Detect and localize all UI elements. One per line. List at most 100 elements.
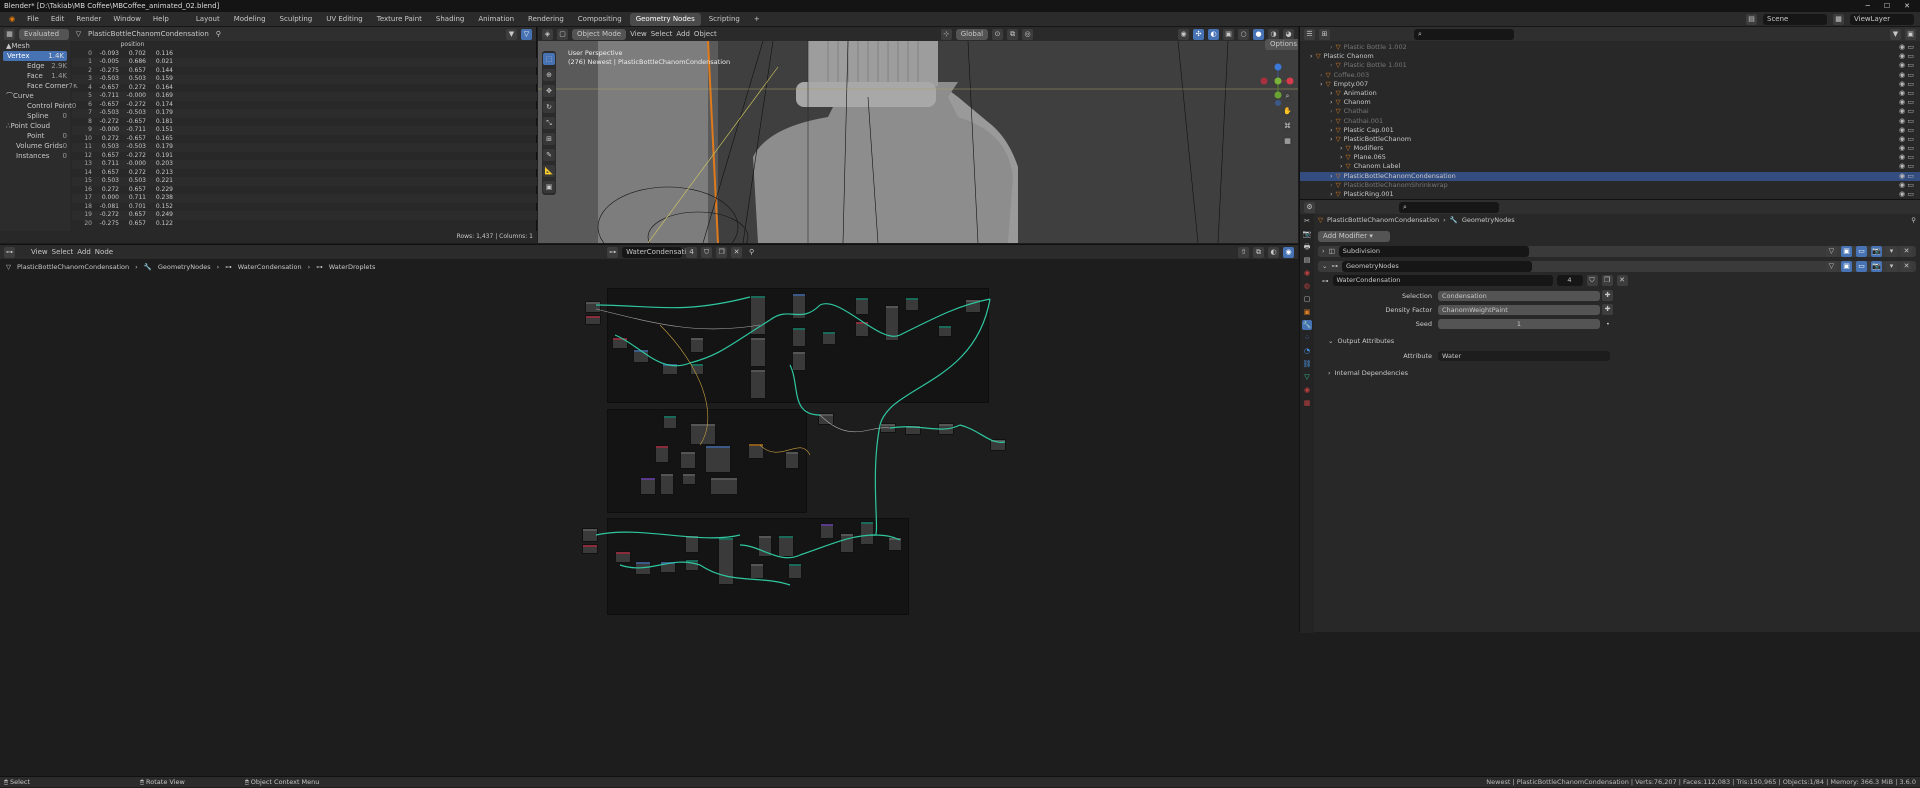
- graph-node[interactable]: [820, 523, 834, 539]
- close-icon[interactable]: ✕: [1904, 0, 1910, 12]
- graph-node[interactable]: [905, 425, 921, 435]
- solid-shading-icon[interactable]: ●: [1253, 28, 1264, 40]
- expand-arrow-icon[interactable]: ›: [1330, 43, 1333, 52]
- tab-texture-paint[interactable]: Texture Paint: [371, 13, 428, 26]
- graph-node[interactable]: [640, 477, 656, 495]
- menu-render[interactable]: Render: [71, 12, 106, 27]
- graph-node[interactable]: [662, 363, 678, 375]
- graph-node[interactable]: [860, 521, 874, 545]
- graph-node[interactable]: [905, 297, 919, 311]
- graph-node[interactable]: [585, 315, 601, 325]
- graph-node[interactable]: [582, 544, 598, 554]
- visibility-toggle-icon[interactable]: ◉ ▭: [1899, 135, 1920, 144]
- domain-mesh[interactable]: ▲ Mesh: [0, 41, 70, 51]
- scene-selector[interactable]: Scene: [1763, 13, 1827, 25]
- graph-node[interactable]: [582, 528, 598, 542]
- ortho-toggle-icon[interactable]: ▦: [1282, 136, 1293, 147]
- modifier-menu-icon[interactable]: ▾: [1886, 246, 1897, 257]
- tab-shading[interactable]: Shading: [430, 13, 470, 26]
- tab-layout[interactable]: Layout: [190, 13, 226, 26]
- spreadsheet-editor-type-icon[interactable]: ▦: [4, 28, 15, 40]
- visibility-toggle-icon[interactable]: ◉ ▭: [1899, 162, 1920, 171]
- outliner-item[interactable]: › ▽ Chanom Label ◉ ▭: [1300, 162, 1920, 171]
- graph-node[interactable]: [635, 561, 651, 575]
- pan-hand-icon[interactable]: ✋: [1282, 106, 1293, 117]
- node-group-fake-user-icon[interactable]: ⛉: [1586, 275, 1598, 286]
- graph-node[interactable]: [705, 445, 731, 473]
- tool-rotate-icon[interactable]: ↻: [543, 101, 555, 113]
- expand-arrow-icon[interactable]: ›: [1320, 80, 1323, 89]
- graph-node[interactable]: [690, 337, 704, 353]
- selection-field[interactable]: Condensation: [1438, 290, 1600, 301]
- outliner-search-input[interactable]: ⌕: [1414, 28, 1514, 40]
- graph-node[interactable]: [750, 563, 764, 579]
- domain-spline[interactable]: Spline 0: [0, 111, 70, 121]
- graph-node[interactable]: [682, 473, 696, 485]
- viewport-menu-view[interactable]: View: [630, 30, 647, 38]
- orientation-dropdown[interactable]: Global: [955, 28, 989, 40]
- domain-face[interactable]: Face 1.4K: [0, 71, 70, 81]
- graph-node[interactable]: [685, 535, 699, 553]
- filter-toggle-icon[interactable]: ▽: [521, 28, 532, 40]
- outliner-item[interactable]: › ▽ PlasticBottleChanomShrinkwrap ◉ ▭: [1300, 181, 1920, 190]
- expand-arrow-icon[interactable]: ›: [1340, 162, 1343, 171]
- node-group-users[interactable]: 4: [1556, 275, 1583, 286]
- gn-modifier-menu-icon[interactable]: ▾: [1886, 261, 1897, 272]
- tab-modeling[interactable]: Modeling: [228, 13, 272, 26]
- viewport-menu-select[interactable]: Select: [651, 30, 673, 38]
- seed-field[interactable]: 1: [1438, 318, 1600, 329]
- new-collection-icon[interactable]: ▣: [1905, 28, 1916, 40]
- graph-node[interactable]: [792, 351, 806, 371]
- subdivision-name-field[interactable]: Subdivision: [1338, 246, 1529, 257]
- visibility-toggle-icon[interactable]: ◉ ▭: [1899, 43, 1920, 52]
- graph-node[interactable]: [938, 423, 954, 435]
- tool-select-box-icon[interactable]: ⬚: [543, 53, 555, 65]
- render-toggle-icon[interactable]: 📷: [1871, 246, 1882, 257]
- output-tab-icon[interactable]: 🖶: [1302, 242, 1312, 252]
- tool-measure-icon[interactable]: 📐: [543, 165, 555, 177]
- graph-node[interactable]: [615, 551, 631, 563]
- outliner-item[interactable]: › ▽ Empty.007 ◉ ▭: [1300, 80, 1920, 89]
- gn-cage-toggle-icon[interactable]: ▣: [1841, 261, 1852, 272]
- outliner-item[interactable]: › ▽ PlasticBottleChanom ◉ ▭: [1300, 135, 1920, 144]
- graph-node[interactable]: [840, 533, 854, 553]
- density-toggle-icon[interactable]: ✚: [1602, 304, 1613, 315]
- tool-transform-icon[interactable]: ⊞: [543, 133, 555, 145]
- camera-view-icon[interactable]: ⌘: [1282, 121, 1293, 132]
- outliner-item[interactable]: › ▽ Chathai.001 ◉ ▭: [1300, 117, 1920, 126]
- graph-node[interactable]: [855, 321, 869, 337]
- outliner-item[interactable]: › ▽ Chathai ◉ ▭: [1300, 107, 1920, 116]
- graph-node[interactable]: [663, 415, 677, 429]
- outliner-item[interactable]: › ▽ Chanom ◉ ▭: [1300, 98, 1920, 107]
- visibility-toggle-icon[interactable]: ◉ ▭: [1899, 61, 1920, 70]
- graph-node[interactable]: [690, 363, 704, 375]
- graph-node[interactable]: [758, 535, 772, 557]
- tool-scale-icon[interactable]: ⤡: [543, 117, 555, 129]
- filter-icon[interactable]: ▼: [506, 28, 517, 40]
- particles-tab-icon[interactable]: ⁘: [1302, 333, 1312, 343]
- modifier-remove-icon[interactable]: ✕: [1901, 246, 1912, 257]
- domain-volume-grids[interactable]: Volume Grids 0: [0, 141, 70, 151]
- tab-rendering[interactable]: Rendering: [522, 13, 570, 26]
- domain-vertex[interactable]: Vertex 1.4K: [3, 51, 67, 61]
- edit-mode-toggle-icon[interactable]: ▽: [1826, 246, 1837, 257]
- graph-node[interactable]: [718, 537, 734, 585]
- proportional-edit-icon[interactable]: ◎: [1022, 28, 1034, 40]
- graph-node[interactable]: [660, 561, 676, 573]
- rendered-shading-icon[interactable]: ◕: [1283, 28, 1294, 40]
- visibility-toggle-icon[interactable]: ◉ ▭: [1899, 126, 1920, 135]
- graph-node[interactable]: [965, 299, 981, 313]
- tab-sculpting[interactable]: Sculpting: [274, 13, 319, 26]
- view-layer-selector[interactable]: ViewLayer: [1850, 13, 1914, 25]
- visibility-toggle-icon[interactable]: ◉ ▭: [1899, 190, 1920, 199]
- graph-node[interactable]: [612, 337, 628, 349]
- outliner-item[interactable]: › ▽ Modifiers ◉ ▭: [1300, 144, 1920, 153]
- domain-face-corner[interactable]: Face Corner 7K: [0, 81, 78, 91]
- menu-help[interactable]: Help: [148, 12, 174, 27]
- expand-icon[interactable]: ⌄: [1322, 261, 1327, 272]
- modifier-panel-geometrynodes[interactable]: ⌄ ⊶ GeometryNodes ▽ ▣ ▭ 📷 ▾ ✕: [1318, 261, 1916, 272]
- selection-toggle-icon[interactable]: ✚: [1602, 290, 1613, 301]
- domain-point[interactable]: Point 0: [0, 131, 70, 141]
- visibility-toggle-icon[interactable]: ◉ ▭: [1899, 153, 1920, 162]
- viewport-menu-add[interactable]: Add: [676, 30, 690, 38]
